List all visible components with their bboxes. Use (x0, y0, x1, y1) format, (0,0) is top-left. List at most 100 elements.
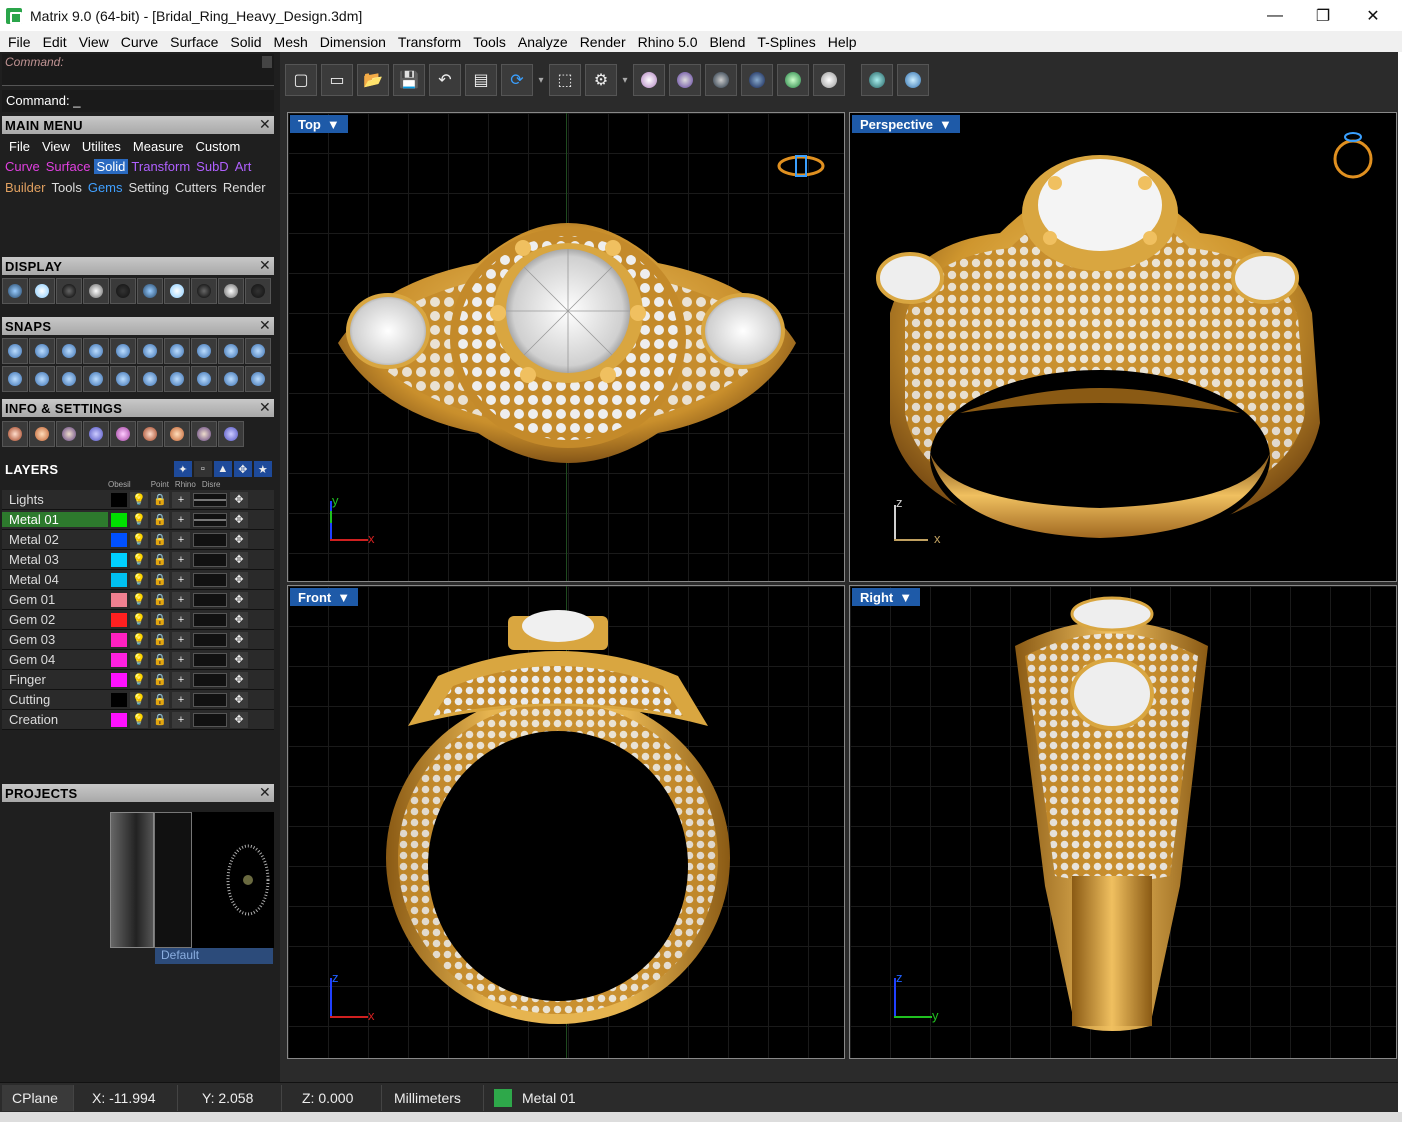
menu-blend[interactable]: Blend (704, 34, 752, 50)
layer-color-swatch[interactable] (111, 592, 127, 607)
viewport-perspective-label[interactable]: Perspective ▼ (852, 115, 960, 133)
layer-linetype[interactable] (193, 652, 227, 667)
menu-curve[interactable]: Curve (115, 34, 164, 50)
layer-bulb-icon[interactable]: 💡 (130, 651, 148, 668)
layer-plus-icon[interactable]: + (172, 611, 190, 628)
render-purple-icon[interactable] (669, 64, 701, 96)
menu-edit[interactable]: Edit (37, 34, 73, 50)
menu-help[interactable]: Help (822, 34, 863, 50)
layer-move-icon[interactable]: ✥ (230, 511, 248, 528)
layer-linetype[interactable] (193, 532, 227, 547)
snap-icon[interactable] (245, 366, 271, 392)
command-input[interactable]: Command: _ (2, 90, 274, 112)
layer-color-swatch[interactable] (111, 672, 127, 687)
snap-icon[interactable] (110, 366, 136, 392)
viewport-perspective[interactable]: Perspective ▼ x z (849, 112, 1397, 582)
snap-icon[interactable] (110, 338, 136, 364)
refresh-icon[interactable]: ⟳ (501, 64, 533, 96)
layer-linetype[interactable] (193, 492, 227, 507)
layer-plus-icon[interactable]: + (172, 711, 190, 728)
layer-bulb-icon[interactable]: 💡 (130, 511, 148, 528)
layer-move-icon[interactable]: ✥ (230, 571, 248, 588)
layer-move-icon[interactable]: ✥ (230, 491, 248, 508)
render-white-icon[interactable] (813, 64, 845, 96)
mm-render[interactable]: Render (220, 180, 269, 195)
layer-move-icon[interactable]: ✥ (230, 611, 248, 628)
render-gem-icon[interactable] (633, 64, 665, 96)
menu-tsplines[interactable]: T-Splines (751, 34, 821, 50)
cplane-dropdown[interactable]: CPlane (2, 1084, 74, 1111)
display-mode-icon[interactable] (29, 278, 55, 304)
display-mode-icon[interactable] (191, 278, 217, 304)
menu-transform[interactable]: Transform (392, 34, 467, 50)
snap-icon[interactable] (29, 338, 55, 364)
mm-view[interactable]: View (39, 139, 73, 154)
layer-color-swatch[interactable] (111, 652, 127, 667)
layer-move-icon[interactable]: ✥ (230, 711, 248, 728)
snap-icon[interactable] (56, 338, 82, 364)
layer-star-icon[interactable]: ★ (254, 461, 272, 477)
layer-linetype[interactable] (193, 512, 227, 527)
command-history[interactable]: Command: (2, 54, 274, 86)
import-icon[interactable]: ⬚ (549, 64, 581, 96)
layer-move-icon[interactable]: ✥ (230, 671, 248, 688)
layer-linetype[interactable] (193, 592, 227, 607)
snap-icon[interactable] (56, 366, 82, 392)
toolbar-dropdown-icon[interactable]: ▾ (537, 75, 545, 86)
project-default-label[interactable]: Default (155, 948, 273, 964)
info-setting-icon[interactable] (56, 421, 82, 447)
layer-linetype[interactable] (193, 572, 227, 587)
mm-file[interactable]: File (6, 139, 33, 154)
viewport-top[interactable]: Top ▼ x y (287, 112, 845, 582)
layer-bulb-icon[interactable]: 💡 (130, 671, 148, 688)
mm-utilities[interactable]: Utilites (79, 139, 124, 154)
layer-color-swatch[interactable] (111, 512, 127, 527)
toolbar-dropdown-icon[interactable]: ▾ (621, 75, 629, 86)
layer-lock-icon[interactable]: 🔒 (151, 711, 169, 728)
maximize-button[interactable]: ❐ (1300, 0, 1346, 31)
layer-color-swatch[interactable] (111, 612, 127, 627)
viewport-right-label[interactable]: Right ▼ (852, 588, 921, 606)
project-thumb-3[interactable] (192, 812, 274, 948)
mm-curve[interactable]: Curve (2, 159, 43, 174)
info-setting-icon[interactable] (110, 421, 136, 447)
save-icon[interactable]: 💾 (393, 64, 425, 96)
menu-tools[interactable]: Tools (467, 34, 512, 50)
project-thumb-1[interactable] (110, 812, 154, 948)
snap-icon[interactable] (191, 366, 217, 392)
layer-linetype[interactable] (193, 712, 227, 727)
snaps-close-icon[interactable]: ✕ (259, 317, 271, 334)
layer-plus-icon[interactable]: + (172, 591, 190, 608)
layer-linetype[interactable] (193, 672, 227, 687)
layer-lock-icon[interactable]: 🔒 (151, 651, 169, 668)
viewport-top-label[interactable]: Top ▼ (290, 115, 348, 133)
menu-rhino[interactable]: Rhino 5.0 (632, 34, 704, 50)
layer-bulb-icon[interactable]: 💡 (130, 531, 148, 548)
layer-row[interactable]: Metal 01 💡 🔒 + ✥ (2, 510, 274, 530)
layer-row[interactable]: Creation 💡 🔒 + ✥ (2, 710, 274, 730)
snap-icon[interactable] (2, 338, 28, 364)
close-button[interactable]: ✕ (1350, 0, 1396, 31)
display-mode-icon[interactable] (245, 278, 271, 304)
snap-icon[interactable] (137, 338, 163, 364)
mm-builder[interactable]: Builder (2, 180, 48, 195)
layer-plus-icon[interactable]: + (172, 631, 190, 648)
layer-lock-icon[interactable]: 🔒 (151, 631, 169, 648)
mm-setting[interactable]: Setting (126, 180, 172, 195)
layer-bulb-icon[interactable]: 💡 (130, 691, 148, 708)
undo-icon[interactable]: ↶ (429, 64, 461, 96)
info-setting-icon[interactable] (83, 421, 109, 447)
info-setting-icon[interactable] (29, 421, 55, 447)
snap-icon[interactable] (218, 366, 244, 392)
layer-lock-icon[interactable]: 🔒 (151, 531, 169, 548)
render-teal-icon[interactable] (861, 64, 893, 96)
layer-plus-icon[interactable]: + (172, 651, 190, 668)
render-sphere-icon[interactable] (705, 64, 737, 96)
snap-icon[interactable] (137, 366, 163, 392)
layer-lock-icon[interactable]: 🔒 (151, 611, 169, 628)
layer-row[interactable]: Metal 04 💡 🔒 + ✥ (2, 570, 274, 590)
info-setting-icon[interactable] (164, 421, 190, 447)
layer-row[interactable]: Gem 03 💡 🔒 + ✥ (2, 630, 274, 650)
layer-linetype[interactable] (193, 552, 227, 567)
history-scrollbar[interactable] (262, 56, 272, 68)
